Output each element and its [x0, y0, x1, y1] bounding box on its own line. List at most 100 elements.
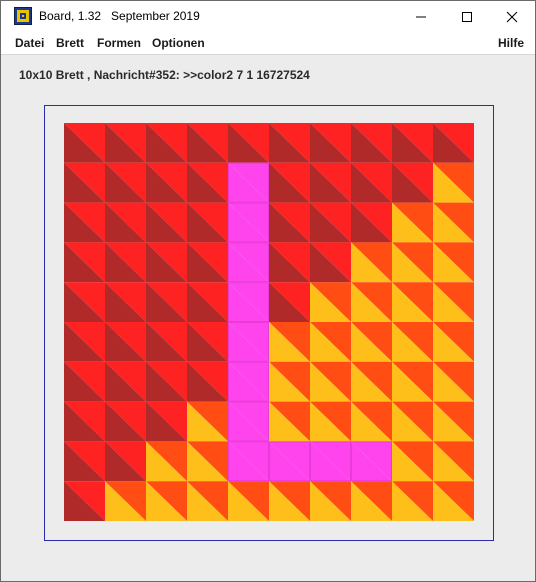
board-cell[interactable] [105, 242, 146, 283]
board-cell[interactable] [351, 162, 392, 203]
board-cell[interactable] [310, 441, 351, 482]
board-cell[interactable] [105, 322, 146, 362]
board-cell[interactable] [269, 441, 310, 482]
menu-hilfe[interactable]: Hilfe [498, 36, 524, 50]
board-cell[interactable] [351, 441, 392, 482]
board-cell[interactable] [392, 202, 433, 243]
board-cell[interactable] [269, 242, 310, 283]
maximize-button[interactable] [444, 1, 490, 32]
board-cell[interactable] [392, 481, 433, 521]
menu-formen[interactable]: Formen [97, 36, 141, 50]
board-cell[interactable] [228, 401, 269, 442]
board-cell[interactable] [146, 481, 187, 521]
board-cell[interactable] [64, 123, 105, 163]
board-cell[interactable] [228, 481, 269, 521]
board-cell[interactable] [228, 123, 269, 163]
board-cell[interactable] [187, 401, 228, 442]
board-cell[interactable] [310, 401, 351, 442]
board-cell[interactable] [187, 361, 228, 402]
menu-datei[interactable]: Datei [15, 36, 44, 50]
board-cell[interactable] [228, 441, 269, 482]
board-cell[interactable] [64, 361, 105, 402]
board-cell[interactable] [351, 242, 392, 283]
board-cell[interactable] [433, 401, 474, 442]
board-cell[interactable] [433, 202, 474, 243]
board-cell[interactable] [187, 481, 228, 521]
board-cell[interactable] [269, 361, 310, 402]
board-cell[interactable] [64, 401, 105, 442]
board-cell[interactable] [187, 282, 228, 322]
board-cell[interactable] [64, 242, 105, 283]
board-cell[interactable] [351, 481, 392, 521]
board-cell[interactable] [392, 361, 433, 402]
board-cell[interactable] [310, 123, 351, 163]
board-cell[interactable] [146, 123, 187, 163]
board-cell[interactable] [228, 162, 269, 203]
board-cell[interactable] [310, 162, 351, 203]
board-cell[interactable] [351, 202, 392, 243]
board-cell[interactable] [105, 401, 146, 442]
board-cell[interactable] [269, 401, 310, 442]
board-cell[interactable] [310, 242, 351, 283]
board-cell[interactable] [146, 322, 187, 362]
board-cell[interactable] [64, 441, 105, 482]
board-cell[interactable] [64, 481, 105, 521]
board-cell[interactable] [105, 481, 146, 521]
board-cell[interactable] [433, 282, 474, 322]
board-cell[interactable] [269, 322, 310, 362]
board-cell[interactable] [64, 162, 105, 203]
menu-brett[interactable]: Brett [56, 36, 84, 50]
board-app-icon[interactable] [14, 7, 32, 25]
board-cell[interactable] [228, 202, 269, 243]
board-cell[interactable] [105, 361, 146, 402]
game-board[interactable] [64, 123, 474, 521]
minimize-button[interactable] [398, 1, 444, 32]
board-cell[interactable] [105, 202, 146, 243]
board-cell[interactable] [146, 441, 187, 482]
board-cell[interactable] [351, 282, 392, 322]
title-bar[interactable]: Board, 1.32 September 2019 [1, 1, 535, 32]
board-cell[interactable] [64, 322, 105, 362]
board-cell[interactable] [310, 481, 351, 521]
board-cell[interactable] [392, 282, 433, 322]
board-cell[interactable] [392, 322, 433, 362]
board-cell[interactable] [433, 162, 474, 203]
board-cell[interactable] [433, 242, 474, 283]
board-cell[interactable] [187, 162, 228, 203]
close-button[interactable] [489, 1, 535, 32]
board-cell[interactable] [146, 162, 187, 203]
board-cell[interactable] [187, 441, 228, 482]
board-cell[interactable] [105, 162, 146, 203]
board-cell[interactable] [105, 123, 146, 163]
board-cell[interactable] [64, 202, 105, 243]
board-cell[interactable] [433, 481, 474, 521]
board-cell[interactable] [310, 322, 351, 362]
board-cell[interactable] [146, 401, 187, 442]
board-cell[interactable] [269, 123, 310, 163]
board-cell[interactable] [392, 441, 433, 482]
board-cell[interactable] [105, 441, 146, 482]
board-cell[interactable] [310, 282, 351, 322]
board-cell[interactable] [433, 361, 474, 402]
board-cell[interactable] [228, 242, 269, 283]
board-cell[interactable] [351, 322, 392, 362]
board-cell[interactable] [351, 123, 392, 163]
board-cell[interactable] [392, 401, 433, 442]
board-cell[interactable] [392, 123, 433, 163]
board-cell[interactable] [228, 322, 269, 362]
board-cell[interactable] [187, 242, 228, 283]
board-cell[interactable] [64, 282, 105, 322]
board-cell[interactable] [146, 202, 187, 243]
board-cell[interactable] [228, 282, 269, 322]
board-cell[interactable] [187, 202, 228, 243]
board-cell[interactable] [351, 401, 392, 442]
board-cell[interactable] [310, 361, 351, 402]
board-cell[interactable] [269, 162, 310, 203]
board-cell[interactable] [392, 242, 433, 283]
board-cell[interactable] [187, 123, 228, 163]
board-cell[interactable] [351, 361, 392, 402]
board-cell[interactable] [433, 322, 474, 362]
board-cell[interactable] [105, 282, 146, 322]
board-cell[interactable] [433, 123, 474, 163]
board-cell[interactable] [187, 322, 228, 362]
